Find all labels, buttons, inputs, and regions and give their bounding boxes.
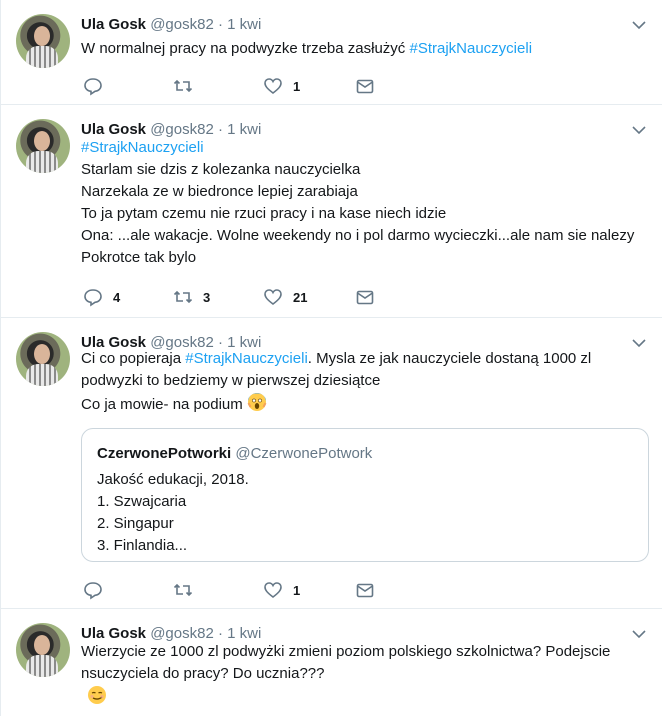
envelope-icon (356, 583, 374, 598)
author-name[interactable]: Ula Gosk (81, 121, 146, 138)
reply-button[interactable]: 4 (83, 287, 120, 307)
retweet-icon (173, 79, 193, 93)
reply-icon (84, 78, 102, 96)
direct-message-button[interactable] (355, 580, 375, 600)
author-handle[interactable]: @gosk82 (150, 121, 214, 138)
quoted-tweet[interactable]: CzerwonePotworki @CzerwonePotwork Jakość… (81, 428, 649, 562)
like-button[interactable]: 21 (263, 287, 307, 307)
author-handle[interactable]: @gosk82 (150, 16, 214, 33)
tweet-line: Ona: ...ale wakacje. Wolne weekendy no i… (81, 227, 635, 244)
tweet[interactable]: Ula Gosk @gosk82 · 1 kwi Ci co popieraja… (0, 318, 662, 609)
envelope-icon (356, 290, 374, 305)
tweet-text-segment: W normalnej pracy na podwyzke trzeba zas… (81, 40, 410, 57)
retweet-count: 3 (203, 289, 211, 305)
separator-dot: · (217, 121, 223, 138)
quoted-author-handle: @CzerwonePotwork (235, 445, 373, 462)
heart-icon (264, 289, 282, 306)
heart-icon (264, 78, 282, 95)
reply-button[interactable] (83, 76, 113, 96)
timestamp[interactable]: 1 kwi (227, 121, 261, 138)
avatar[interactable] (16, 332, 70, 386)
tweet-actions: 4 3 21 (81, 287, 401, 307)
tweet-text-segment: Co ja mowie- na podium (81, 396, 247, 413)
chevron-down-icon[interactable] (632, 629, 646, 639)
author-name[interactable]: Ula Gosk (81, 16, 146, 33)
tweet-text: #StrajkNauczycieli Starlam sie dzis z ko… (81, 137, 634, 269)
retweet-button[interactable] (173, 76, 203, 96)
like-count: 1 (293, 582, 301, 598)
retweet-button[interactable]: 3 (173, 287, 210, 307)
quoted-tweet-line: 1. Szwajcaria (97, 493, 187, 510)
reply-icon (84, 582, 102, 600)
tweet-actions: 1 (81, 580, 401, 600)
tweet-actions: 1 (81, 76, 401, 96)
tweet-line: Narzekala ze w biedronce lepiej zarabiaj… (81, 183, 358, 200)
hashtag-link[interactable]: #StrajkNauczycieli (185, 350, 308, 367)
separator-dot: · (217, 625, 223, 642)
tweet-line: nsuczyciela do pracy? Do ucznia??? (81, 665, 325, 682)
quoted-author-name: CzerwonePotworki (97, 445, 232, 462)
tweet-line: To ja pytam czemu nie rzuci pracy i na k… (81, 205, 447, 222)
tweet-line: Co ja mowie- na podium (81, 392, 591, 416)
author-handle[interactable]: @gosk82 (150, 625, 214, 642)
quoted-tweet-line: 3. Finlandia... (97, 537, 188, 554)
envelope-icon (356, 79, 374, 94)
screaming-face-emoji (247, 393, 267, 411)
direct-message-button[interactable] (355, 76, 375, 96)
avatar[interactable] (16, 623, 70, 677)
timeline: Ula Gosk @gosk82 · 1 kwi W normalnej pra… (0, 0, 663, 716)
tweet-line: Pokrotce tak bylo (81, 249, 197, 266)
separator-dot: · (217, 16, 223, 33)
quoted-tweet-line: 2. Singapur (97, 515, 174, 532)
tweet-text-segment: . Mysla ze jak nauczyciele dostaną 1000 … (307, 350, 592, 367)
like-button[interactable]: 1 (263, 580, 300, 600)
tweet-text: Ci co popieraja #StrajkNauczycieli. Mysl… (81, 348, 591, 416)
timestamp[interactable]: 1 kwi (227, 16, 261, 33)
retweet-icon (173, 290, 193, 304)
tweet-text-segment: Ci co popieraja (81, 350, 186, 367)
chevron-down-icon[interactable] (632, 338, 646, 348)
tweet[interactable]: Ula Gosk @gosk82 · 1 kwi #StrajkNauczyci… (0, 105, 662, 318)
avatar[interactable] (16, 14, 70, 68)
tweet-text: Wierzycie ze 1000 zl podwyżki zmieni poz… (81, 641, 610, 709)
tweet-line: Ci co popieraja #StrajkNauczycieli. Mysl… (81, 348, 591, 370)
quoted-tweet-header: CzerwonePotworki @CzerwonePotwork (97, 445, 372, 462)
like-count: 1 (293, 78, 301, 94)
tweet-text: W normalnej pracy na podwyzke trzeba zas… (81, 38, 532, 60)
direct-message-button[interactable] (355, 287, 375, 307)
reply-icon (84, 289, 102, 307)
avatar[interactable] (16, 119, 70, 173)
tweet-line: Wierzycie ze 1000 zl podwyżki zmieni poz… (81, 643, 611, 660)
tweet-header: Ula Gosk @gosk82 · 1 kwi (81, 16, 261, 38)
hashtag-link[interactable]: #StrajkNauczycieli (409, 40, 532, 57)
quoted-tweet-text: Jakość edukacji, 2018. 1. Szwajcaria 2. … (97, 469, 249, 557)
heart-icon (264, 582, 282, 599)
chevron-down-icon[interactable] (632, 125, 646, 135)
retweet-button[interactable] (173, 580, 203, 600)
tweet-line (81, 685, 610, 709)
smirking-face-emoji (88, 686, 106, 704)
like-button[interactable]: 1 (263, 76, 300, 96)
quoted-tweet-line: Jakość edukacji, 2018. (97, 471, 249, 488)
author-name[interactable]: Ula Gosk (81, 625, 146, 642)
retweet-icon (173, 583, 193, 597)
reply-count: 4 (113, 289, 121, 305)
tweet[interactable]: Ula Gosk @gosk82 · 1 kwi W normalnej pra… (0, 0, 662, 105)
reply-button[interactable] (83, 580, 113, 600)
tweet-line: Starlam sie dzis z kolezanka nauczycielk… (81, 161, 361, 178)
chevron-down-icon[interactable] (632, 20, 646, 30)
like-count: 21 (293, 289, 308, 305)
tweet[interactable]: Ula Gosk @gosk82 · 1 kwi Wierzycie ze 10… (0, 609, 662, 716)
hashtag-link[interactable]: #StrajkNauczycieli (81, 137, 634, 159)
tweet-line: podwyzki to bedziemy w pierwszej dziesią… (81, 372, 381, 389)
timestamp[interactable]: 1 kwi (227, 625, 261, 642)
